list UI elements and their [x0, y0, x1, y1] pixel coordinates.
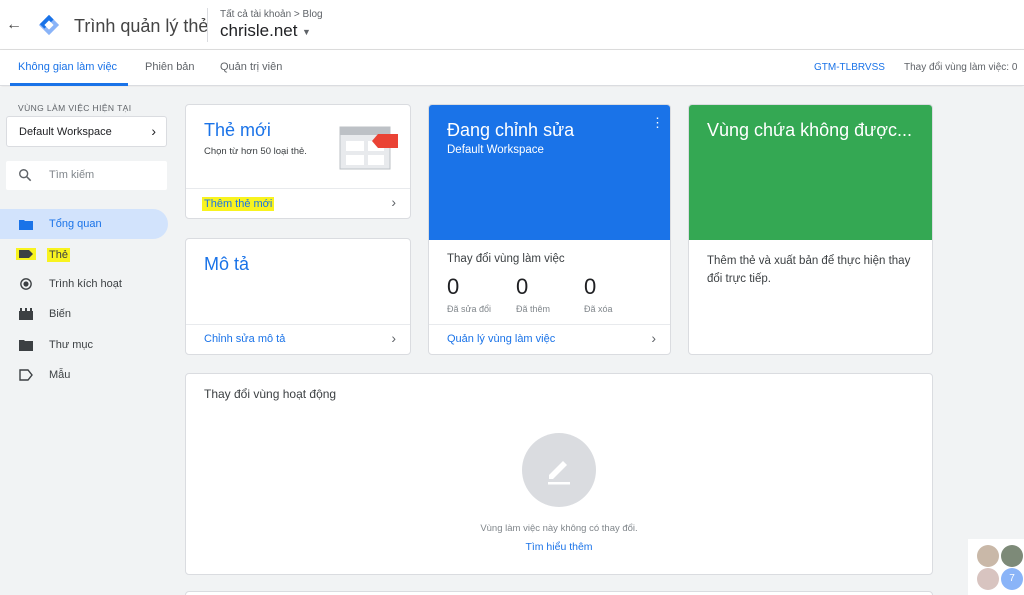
- avatar: [977, 568, 999, 590]
- breadcrumb[interactable]: Tất cả tài khoản > Blog: [220, 9, 323, 20]
- workspace-changes-title: Thay đổi vùng làm việc: [447, 253, 565, 265]
- sidebar-item-label: Tổng quan: [49, 218, 102, 230]
- sidebar-item-label: Mẫu: [49, 369, 71, 381]
- app-title: Trình quản lý thẻ: [74, 16, 209, 36]
- modified-label: Đã sửa đổi: [447, 304, 492, 314]
- deleted-label: Đã xóa: [584, 304, 613, 314]
- trigger-icon: [20, 278, 32, 290]
- learn-more-link[interactable]: Tìm hiểu thêm: [186, 541, 932, 553]
- tab-workspace[interactable]: Không gian làm việc: [18, 61, 117, 73]
- caret-down-icon[interactable]: ▼: [302, 27, 311, 37]
- editing-header: Đang chỉnh sửa Default Workspace ⋮: [429, 105, 670, 240]
- search-input[interactable]: Tìm kiếm: [6, 161, 167, 190]
- avatar-count-badge: 7: [1001, 568, 1023, 590]
- sidebar-item-label: Thư mục: [49, 339, 94, 351]
- workspace-changes-count: Thay đổi vùng làm việc: 0: [904, 62, 1018, 73]
- sidebar-item-templates[interactable]: Mẫu: [0, 360, 168, 390]
- edit-pencil-icon: [548, 461, 570, 485]
- sidebar-item-variables[interactable]: Biến: [0, 299, 168, 329]
- back-arrow-icon[interactable]: ←: [4, 13, 24, 37]
- chevron-right-icon: ›: [391, 194, 396, 210]
- added-count: 0: [516, 274, 529, 299]
- empty-state-circle: [522, 433, 596, 507]
- new-tag-title: Thẻ mới: [204, 120, 271, 140]
- divider: [207, 8, 208, 42]
- chevron-right-icon: ›: [651, 330, 656, 346]
- manage-workspaces-link[interactable]: Quản lý vùng làm việc: [447, 333, 555, 345]
- search-icon: [19, 169, 32, 182]
- container-id[interactable]: GTM-TLBRVSS: [814, 62, 885, 73]
- next-card-edge: [185, 591, 933, 595]
- tab-bar: Không gian làm việc Phiên bản Quản trị v…: [0, 50, 1024, 86]
- container-status-body: Thêm thẻ và xuất bản để thực hiện thay đ…: [707, 255, 911, 285]
- variable-icon: [19, 308, 33, 320]
- search-placeholder: Tìm kiếm: [49, 169, 95, 181]
- container-status-header: Vùng chứa không được...: [689, 105, 932, 240]
- avatar: [1001, 545, 1023, 567]
- tag-icon: [16, 248, 36, 260]
- sidebar-item-tags[interactable]: Thẻ: [0, 239, 168, 269]
- tab-versions[interactable]: Phiên bản: [145, 61, 195, 73]
- new-tag-footer[interactable]: Thêm thẻ mới ›: [186, 188, 410, 218]
- sidebar-item-overview[interactable]: Tổng quan: [0, 209, 168, 239]
- tab-admin[interactable]: Quản trị viên: [220, 61, 282, 73]
- edit-description-link[interactable]: Chỉnh sửa mô tả: [204, 333, 285, 345]
- description-footer[interactable]: Chỉnh sửa mô tả ›: [186, 324, 410, 354]
- more-options-icon[interactable]: ⋮: [651, 116, 664, 129]
- sidebar-item-label: Biến: [49, 308, 72, 320]
- workspace-name: Default Workspace: [19, 126, 112, 138]
- description-title: Mô tả: [204, 254, 250, 274]
- gtm-logo-icon: [38, 14, 60, 36]
- workspace-label: VÙNG LÀM VIỆC HIỆN TẠI: [18, 103, 132, 113]
- tag-illustration-icon: [339, 126, 398, 170]
- deleted-count: 0: [584, 274, 597, 299]
- avatar: [977, 545, 999, 567]
- chevron-right-icon: ›: [151, 123, 156, 139]
- sidebar-item-triggers[interactable]: Trình kích hoạt: [0, 269, 168, 299]
- new-tag-card[interactable]: Thẻ mới Chọn từ hơn 50 loại thẻ. Thêm th…: [185, 104, 411, 219]
- add-new-tag-link[interactable]: Thêm thẻ mới: [202, 197, 275, 211]
- active-tab-indicator: [10, 83, 128, 86]
- added-label: Đã thêm: [516, 304, 551, 314]
- container-selector[interactable]: chrisle.net: [220, 21, 297, 41]
- container-status-card: Vùng chứa không được... Thêm thẻ và xuất…: [688, 104, 933, 355]
- editing-footer[interactable]: Quản lý vùng làm việc ›: [429, 324, 670, 354]
- editing-workspace: Default Workspace: [447, 144, 544, 156]
- new-tag-subtitle: Chọn từ hơn 50 loại thẻ.: [204, 146, 307, 157]
- sidebar-item-label: Thẻ: [47, 248, 70, 262]
- sidebar-item-label: Trình kích hoạt: [49, 278, 122, 290]
- empty-state-text: Vùng làm việc này không có thay đổi.: [480, 523, 638, 534]
- workspace-selector[interactable]: Default Workspace ›: [6, 116, 167, 147]
- folder-icon: [19, 340, 33, 351]
- activity-title: Thay đổi vùng hoạt động: [204, 387, 337, 401]
- description-card[interactable]: Mô tả Chỉnh sửa mô tả ›: [185, 238, 411, 355]
- folder-icon: [19, 220, 33, 230]
- editing-title: Đang chỉnh sửa: [447, 120, 575, 140]
- template-icon: [19, 369, 33, 381]
- sidebar-item-folders[interactable]: Thư mục: [0, 330, 168, 360]
- workspace-activity-card: Thay đổi vùng hoạt động Vùng làm việc nà…: [185, 373, 933, 575]
- modified-count: 0: [447, 274, 460, 299]
- chevron-right-icon: ›: [391, 330, 396, 346]
- avatar-group[interactable]: 7: [968, 539, 1024, 595]
- editing-card: Đang chỉnh sửa Default Workspace ⋮ Thay …: [428, 104, 671, 355]
- app-bar: ← Trình quản lý thẻ Tất cả tài khoản > B…: [0, 0, 1024, 50]
- container-status-title: Vùng chứa không được...: [707, 120, 913, 140]
